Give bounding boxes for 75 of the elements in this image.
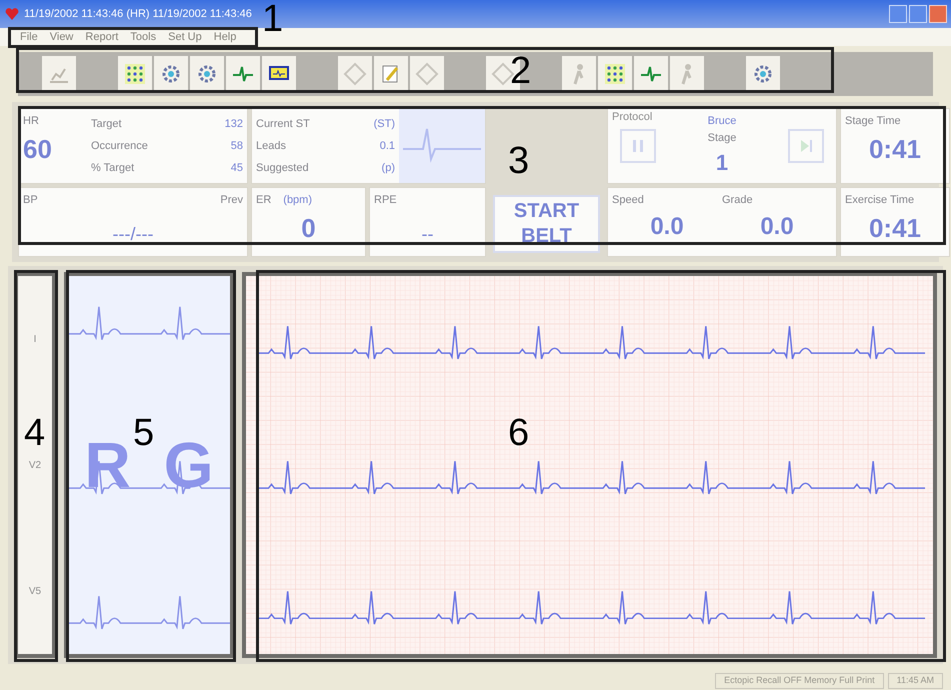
toolbar-button[interactable] — [338, 56, 372, 92]
er-value: 0 — [300, 212, 317, 244]
toolbar-button[interactable] — [634, 56, 668, 92]
callout-number: 5 — [133, 414, 154, 452]
st-row-label: Leads — [256, 138, 286, 154]
exercise-time-value: 0:41 — [868, 212, 922, 244]
diamond-icon — [415, 62, 439, 86]
protocol-label: Protocol — [612, 110, 652, 125]
toolbar-button[interactable] — [118, 56, 152, 92]
menu-item[interactable]: Set Up — [168, 28, 202, 46]
diamond-icon — [343, 62, 367, 86]
stage-label: Stage — [708, 130, 736, 146]
menu-item[interactable]: View — [50, 28, 74, 46]
hr-row-value: 58 — [230, 138, 243, 154]
toolbar-button[interactable] — [226, 56, 260, 92]
hr-row-label: Target — [91, 116, 122, 132]
hr-row-label: % Target — [91, 160, 134, 176]
protocol-name: Bruce — [708, 114, 736, 129]
menu-item[interactable]: Report — [85, 28, 118, 46]
toolbar-button[interactable] — [562, 56, 596, 92]
st-row-value: (p) — [382, 160, 395, 176]
grid-icon — [603, 62, 627, 86]
average-letter: R — [84, 428, 131, 503]
lead-label: I — [34, 332, 36, 346]
er-unit: (bpm) — [283, 193, 312, 208]
menu-item[interactable]: Tools — [130, 28, 156, 46]
grade-value: 0.0 — [759, 212, 795, 242]
stage-time-label: Stage Time — [845, 114, 902, 129]
st-row-value: (ST) — [374, 116, 395, 132]
callout-number: 3 — [508, 142, 530, 180]
bp-label: BP — [23, 193, 38, 208]
speed-value: 0.0 — [649, 212, 685, 242]
toolbar-button[interactable] — [154, 56, 188, 92]
status-bar-cell: 11:45 AM — [888, 673, 943, 689]
st-row-label: Suggested — [256, 160, 309, 176]
st-row-value: 0.1 — [380, 138, 395, 154]
stage-time-value: 0:41 — [868, 132, 922, 166]
hr-row-label: Occurrence — [91, 138, 148, 154]
toolbar-button[interactable] — [746, 56, 780, 92]
menu-item[interactable]: File — [20, 28, 38, 46]
lead-label: V5 — [28, 584, 42, 598]
callout-number: 2 — [510, 52, 532, 90]
er-label: ER — [256, 193, 272, 208]
exercise-time-label: Exercise Time — [845, 193, 916, 208]
speed-label: Speed — [612, 193, 645, 208]
rpe-label: RPE — [374, 193, 398, 208]
toolbar-button[interactable] — [190, 56, 224, 92]
stage-value: 1 — [716, 149, 728, 177]
status-bar-cell: Ectopic Recall OFF Memory Full Print — [715, 673, 884, 689]
hr-value: 60 — [23, 132, 53, 166]
start-belt-button[interactable]: START BELT — [493, 195, 600, 253]
hr-row-value: 45 — [230, 160, 243, 176]
toolbar-button[interactable] — [374, 56, 408, 92]
window-title: 11/19/2002 11:43:46 (HR) 11/19/2002 11:43:46 — [24, 6, 252, 22]
grid-icon — [123, 62, 147, 86]
average-letter: G — [164, 428, 214, 503]
grade-label: Grade — [722, 193, 754, 208]
heart-icon — [4, 6, 20, 22]
menu-item[interactable]: Help — [214, 28, 236, 46]
bp-value: ---/--- — [112, 222, 154, 246]
lead-label: V2 — [28, 458, 42, 472]
callout-number: 4 — [24, 414, 46, 452]
toolbar-button[interactable] — [598, 56, 632, 92]
bp-prev-label: Prev — [220, 193, 243, 208]
hr-label: HR — [23, 114, 40, 129]
pause-icon — [630, 138, 646, 154]
rpe-value: -- — [420, 222, 434, 246]
callout-number: 6 — [508, 414, 530, 452]
hr-row-value: 132 — [224, 116, 243, 132]
toolbar-button[interactable] — [42, 56, 76, 92]
toolbar-button[interactable] — [262, 56, 296, 92]
st-row-label: Current ST — [256, 116, 310, 132]
toolbar-button[interactable] — [670, 56, 704, 92]
skip-icon — [798, 138, 814, 154]
toolbar-button[interactable] — [410, 56, 444, 92]
